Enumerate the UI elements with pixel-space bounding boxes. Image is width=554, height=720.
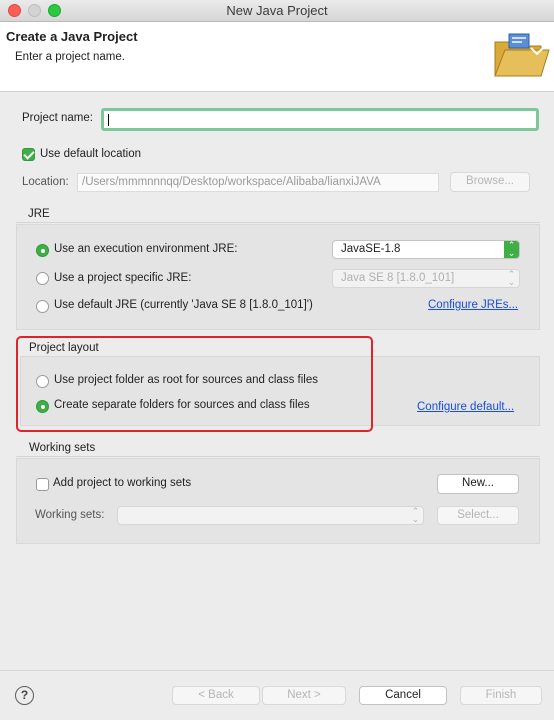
configure-jres-link[interactable]: Configure JREs...	[428, 299, 518, 311]
jre-option-label: Use a project specific JRE:	[54, 272, 192, 284]
jre-option-label: Use default JRE (currently 'Java SE 8 [1…	[54, 299, 313, 311]
jre-default-radio[interactable]	[36, 300, 49, 313]
location-input[interactable]: /Users/mmmnnnqq/Desktop/workspace/Alibab…	[77, 173, 439, 192]
annotation-highlight-box	[16, 336, 373, 432]
finish-button[interactable]: Finish	[460, 686, 542, 705]
working-sets-divider	[16, 456, 540, 457]
select-working-sets-button[interactable]: Select...	[437, 506, 519, 525]
page-subtitle: Enter a project name.	[15, 51, 125, 63]
location-label: Location:	[22, 176, 69, 188]
use-default-location-checkbox[interactable]	[22, 148, 35, 161]
add-to-working-sets-checkbox[interactable]	[36, 478, 49, 491]
help-icon[interactable]: ?	[15, 686, 34, 705]
cancel-button[interactable]: Cancel	[359, 686, 447, 705]
jre-group-title: JRE	[28, 208, 50, 220]
working-sets-select[interactable]: ⌃ ⌄	[117, 506, 424, 525]
new-working-set-button[interactable]: New...	[437, 474, 519, 494]
text-caret	[108, 114, 109, 126]
back-button[interactable]: < Back	[172, 686, 260, 705]
jre-execution-environment-radio[interactable]	[36, 244, 49, 257]
browse-button[interactable]: Browse...	[450, 172, 530, 192]
project-specific-jre-value: Java SE 8 [1.8.0_101]	[341, 272, 455, 284]
add-to-working-sets-label: Add project to working sets	[53, 477, 192, 489]
execution-environment-value: JavaSE-1.8	[341, 243, 401, 255]
folder-icon	[494, 33, 550, 77]
jre-option-label: Use an execution environment JRE:	[54, 243, 238, 255]
chevron-updown-icon: ⌃ ⌄	[411, 506, 420, 524]
chevron-updown-icon: ⌃ ⌄	[504, 241, 519, 258]
working-sets-group	[16, 458, 540, 544]
execution-environment-select[interactable]: JavaSE-1.8 ⌃ ⌄	[332, 240, 520, 259]
project-specific-jre-select[interactable]: Java SE 8 [1.8.0_101] ⌃ ⌄	[332, 269, 520, 288]
working-sets-group-title: Working sets	[29, 442, 96, 454]
next-button[interactable]: Next >	[262, 686, 346, 705]
page-title: Create a Java Project	[6, 29, 138, 44]
footer-divider	[0, 670, 554, 671]
use-default-location-label: Use default location	[40, 148, 142, 160]
jre-project-specific-radio[interactable]	[36, 272, 49, 285]
working-sets-label: Working sets:	[35, 509, 105, 521]
wizard-header: Create a Java Project Enter a project na…	[0, 22, 554, 92]
jre-group-divider	[16, 222, 540, 223]
chevron-updown-icon: ⌃ ⌄	[507, 269, 516, 287]
title-bar: New Java Project	[0, 0, 554, 22]
project-name-label: Project name:	[22, 112, 93, 124]
window-title: New Java Project	[226, 3, 328, 18]
configure-default-link[interactable]: Configure default...	[417, 401, 514, 413]
project-name-input[interactable]	[101, 108, 539, 131]
